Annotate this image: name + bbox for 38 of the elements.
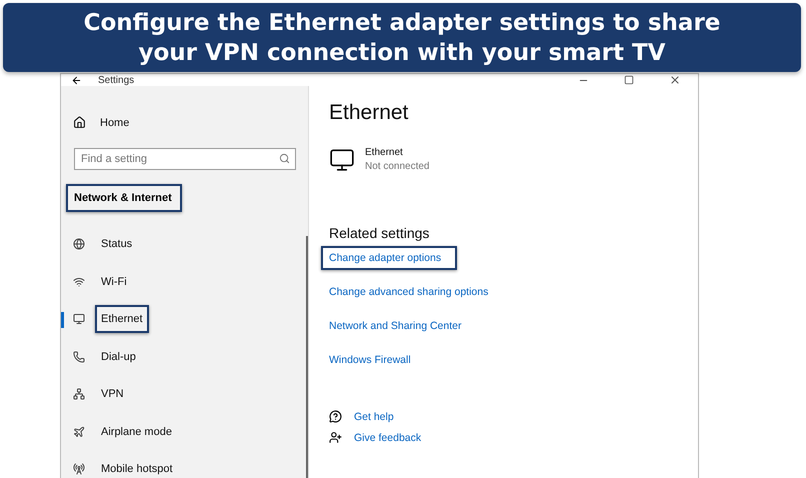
- help-link[interactable]: Give feedback: [354, 432, 422, 444]
- person-icon: [329, 431, 342, 444]
- settings-link[interactable]: Change adapter options: [321, 246, 458, 270]
- sidebar-item[interactable]: VPN: [61, 376, 308, 413]
- sidebar-item[interactable]: Status: [61, 226, 308, 263]
- airplane-icon: [73, 426, 85, 438]
- home-link[interactable]: Home: [100, 116, 130, 129]
- search-icon[interactable]: [279, 152, 290, 164]
- home-icon[interactable]: [73, 116, 86, 130]
- back-icon[interactable]: [71, 74, 82, 86]
- section-heading: Network & Internet: [66, 184, 182, 212]
- sidebar-item[interactable]: Wi-Fi: [61, 263, 308, 300]
- banner-text: Configure the Ethernet adapter settings to share: [84, 8, 720, 38]
- antenna-icon: [73, 463, 85, 476]
- monitor-icon: [329, 147, 355, 173]
- help-link[interactable]: Get help: [354, 410, 394, 422]
- adapter-status: Not connected: [365, 161, 430, 172]
- phone-icon: [73, 350, 85, 363]
- globe-icon: [73, 238, 85, 250]
- maximize-icon[interactable]: [624, 75, 634, 85]
- chat-question-icon: [329, 410, 342, 423]
- settings-link[interactable]: Network and Sharing Center: [321, 314, 478, 338]
- sidebar-item[interactable]: Ethernet: [61, 300, 308, 338]
- search-field[interactable]: Find a setting: [74, 148, 296, 170]
- window-title: Settings: [98, 74, 134, 86]
- sidebar-item[interactable]: Mobile hotspot: [61, 450, 308, 478]
- scrollbar[interactable]: [306, 236, 308, 478]
- monitor-icon: [73, 313, 85, 326]
- section-heading: Related settings: [329, 225, 430, 241]
- network-icon: [73, 388, 85, 400]
- sidebar-item[interactable]: Airplane mode: [61, 413, 308, 450]
- settings-link[interactable]: Change advanced sharing options: [321, 280, 504, 304]
- page-title: Ethernet: [329, 101, 410, 125]
- adapter-name: Ethernet: [365, 147, 404, 158]
- settings-link[interactable]: Windows Firewall: [321, 348, 427, 372]
- sidebar-item[interactable]: Dial-up: [61, 338, 308, 376]
- banner-text: your VPN connection with your smart TV: [138, 38, 666, 68]
- close-icon[interactable]: [669, 74, 681, 86]
